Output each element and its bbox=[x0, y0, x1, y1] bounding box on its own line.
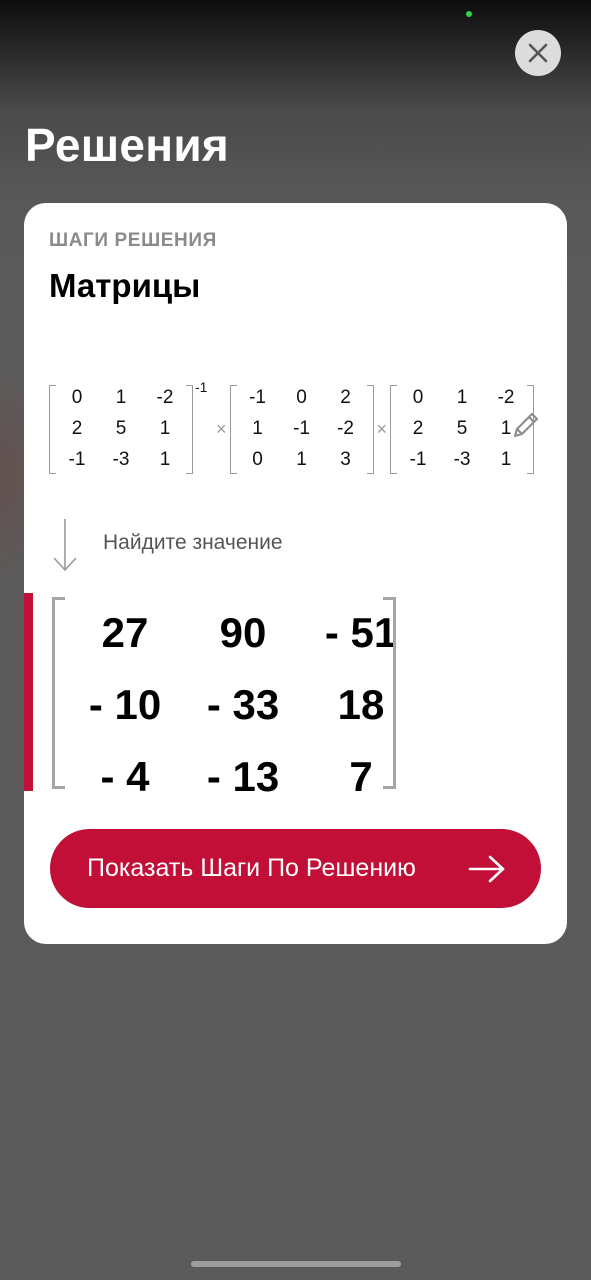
matrix-cell: -1 bbox=[68, 449, 86, 470]
show-steps-button[interactable]: Показать Шаги По Решению bbox=[50, 829, 541, 908]
matrix-cell: -1 bbox=[409, 449, 427, 470]
matrix-cell: -1 bbox=[249, 387, 266, 408]
arrow-right-icon bbox=[468, 855, 505, 883]
result-cell: - 4 bbox=[100, 753, 150, 800]
matrix-cell: -1 bbox=[293, 418, 310, 439]
show-steps-label: Показать Шаги По Решению bbox=[87, 854, 416, 882]
result-accent-bar bbox=[24, 593, 33, 791]
matrix-expression: 0 1 -2 2 5 1 -1 -3 1 -1 × -1 0 2 1 -1 -2… bbox=[49, 379, 535, 477]
home-indicator[interactable] bbox=[191, 1261, 401, 1267]
matrix-cell: 1 bbox=[500, 449, 512, 470]
matrix-cell: 1 bbox=[456, 387, 468, 408]
matrix-cell: 1 bbox=[159, 418, 171, 439]
matrix-cell: 1 bbox=[252, 418, 263, 439]
result-cell: 90 bbox=[219, 609, 267, 656]
page-title: Решения bbox=[25, 119, 230, 171]
arrow-down-icon bbox=[53, 519, 77, 572]
close-icon bbox=[528, 43, 548, 63]
pencil-icon bbox=[513, 412, 539, 438]
matrix-cell: -2 bbox=[337, 418, 354, 439]
matrix-cell: 0 bbox=[296, 387, 307, 408]
solution-card: ШАГИ РЕШЕНИЯ Матрицы 0 1 -2 2 5 1 -1 -3 … bbox=[24, 203, 567, 944]
matrix-cell: 2 bbox=[340, 387, 351, 408]
status-dot bbox=[466, 11, 472, 17]
result-cell: 27 bbox=[101, 609, 149, 656]
matrix-1: 0 1 -2 2 5 1 -1 -3 1 bbox=[49, 383, 193, 476]
task-label: Найдите значение bbox=[103, 531, 283, 554]
card-title: Матрицы bbox=[49, 267, 201, 304]
multiply-operator: × bbox=[376, 418, 388, 439]
matrix-cell: 1 bbox=[296, 449, 307, 470]
matrix-cell: 2 bbox=[71, 418, 83, 439]
close-button[interactable] bbox=[515, 30, 561, 76]
edit-button[interactable] bbox=[508, 407, 544, 443]
section-eyebrow: ШАГИ РЕШЕНИЯ bbox=[49, 230, 217, 251]
matrix-cell: -3 bbox=[453, 449, 471, 470]
matrix-2: -1 0 2 1 -1 -2 0 1 3 bbox=[229, 383, 374, 476]
result-cell: 7 bbox=[349, 753, 373, 800]
matrix-cell: 5 bbox=[115, 418, 127, 439]
inverse-exponent: -1 bbox=[195, 379, 208, 395]
matrix-cell: 0 bbox=[252, 449, 263, 470]
result-cell: - 33 bbox=[206, 681, 280, 728]
matrix-cell: -2 bbox=[156, 387, 174, 408]
result-matrix: 27 90 - 51 - 10 - 33 18 - 4 - 13 7 bbox=[52, 597, 397, 800]
multiply-operator: × bbox=[216, 418, 227, 439]
matrix-cell: 5 bbox=[456, 418, 468, 439]
matrix-cell: 1 bbox=[159, 449, 171, 470]
matrix-cell: 3 bbox=[340, 449, 351, 470]
matrix-cell: 1 bbox=[115, 387, 127, 408]
result-cell: - 10 bbox=[88, 681, 162, 728]
result-cell: - 13 bbox=[206, 753, 280, 800]
result-cell: 18 bbox=[337, 681, 385, 728]
result-cell: - 51 bbox=[324, 609, 398, 656]
matrix-cell: 0 bbox=[412, 387, 424, 408]
matrix-cell: 0 bbox=[71, 387, 83, 408]
matrix-cell: -3 bbox=[112, 449, 130, 470]
matrix-cell: 2 bbox=[412, 418, 424, 439]
